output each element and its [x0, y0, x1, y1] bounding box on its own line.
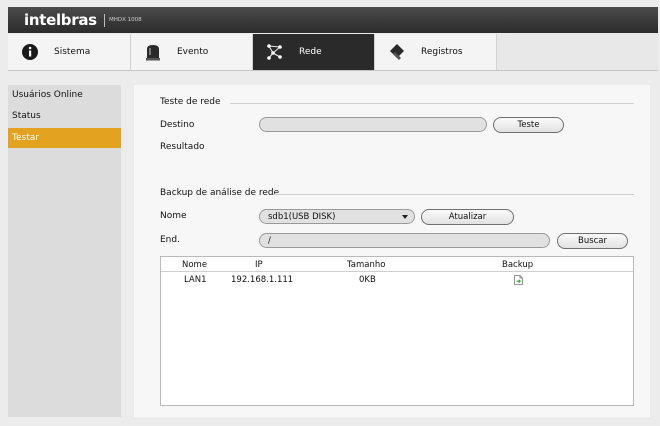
cell-nome: LAN1	[184, 275, 207, 285]
file-export-icon[interactable]	[514, 275, 523, 285]
atualizar-button[interactable]: Atualizar	[421, 209, 514, 225]
alarm-icon	[146, 45, 160, 61]
teste-button[interactable]: Teste	[493, 117, 564, 133]
logo-divider	[104, 14, 105, 27]
path-value: /	[268, 236, 271, 246]
tab-rede[interactable]: Rede	[253, 34, 375, 70]
column-header-backup: Backup	[502, 260, 534, 270]
section-divider	[273, 194, 634, 195]
tab-sistema[interactable]: Sistema	[8, 34, 131, 70]
sidebar-item-status[interactable]: Status	[8, 106, 121, 126]
section-title-backup: Backup de análise de rede	[160, 188, 280, 198]
sidebar-item-testar[interactable]: Testar	[8, 128, 121, 148]
destino-input[interactable]	[259, 117, 487, 132]
tab-registros[interactable]: Registros	[375, 34, 497, 70]
main-tab-bar: Sistema Evento Rede Registros	[8, 34, 658, 71]
destino-label: Destino	[160, 120, 195, 130]
section-divider	[230, 103, 634, 104]
model-label: MHDX 1008	[109, 17, 142, 23]
section-title-teste: Teste de rede	[160, 97, 221, 107]
brand-logo: intelbras	[24, 11, 97, 29]
backup-table: Nome IP Tamanho Backup LAN1 192.168.1.11…	[160, 256, 634, 406]
sidebar-item-label: Usuários Online	[12, 90, 83, 100]
path-input[interactable]: /	[259, 233, 550, 248]
device-select-value: sdb1(USB DISK)	[268, 212, 336, 222]
nome-label: Nome	[160, 211, 187, 221]
tab-label: Registros	[421, 47, 463, 57]
title-bar: intelbras MHDX 1008	[8, 7, 658, 33]
cell-ip: 192.168.1.111	[231, 275, 294, 285]
sidebar-item-label: Status	[12, 111, 41, 121]
buscar-button[interactable]: Buscar	[557, 233, 628, 249]
log-icon	[390, 44, 404, 60]
sidebar: Usuários Online Status Testar	[8, 85, 121, 417]
network-icon	[267, 44, 282, 60]
cell-tamanho: 0KB	[359, 275, 376, 285]
device-select[interactable]: sdb1(USB DISK)	[259, 209, 415, 224]
sidebar-item-usuarios-online[interactable]: Usuários Online	[8, 85, 121, 105]
column-header-nome: Nome	[182, 260, 208, 270]
column-header-ip: IP	[255, 260, 263, 270]
app-window: intelbras MHDX 1008 Sistema Evento Rede …	[0, 0, 660, 426]
header-divider	[161, 271, 633, 272]
sidebar-item-label: Testar	[12, 133, 39, 143]
tab-evento[interactable]: Evento	[131, 34, 253, 70]
chevron-down-icon	[402, 215, 408, 219]
info-icon	[22, 44, 38, 60]
end-label: End.	[160, 235, 180, 245]
tab-label: Rede	[299, 47, 322, 57]
resultado-label: Resultado	[160, 142, 205, 152]
tab-label: Sistema	[54, 47, 91, 57]
tab-label: Evento	[177, 47, 209, 57]
column-header-tamanho: Tamanho	[347, 260, 386, 270]
